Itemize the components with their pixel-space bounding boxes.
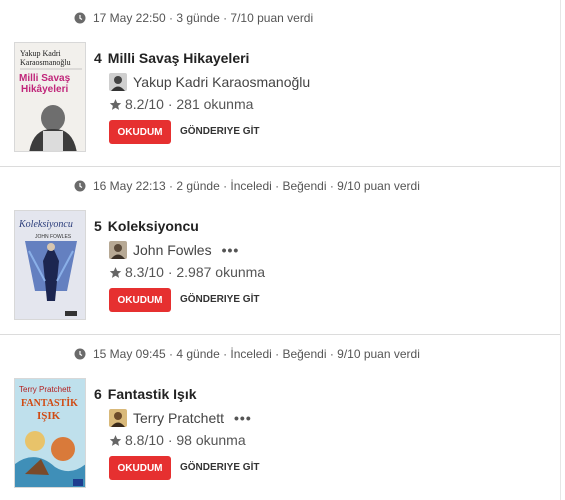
star-icon [109, 98, 122, 110]
svg-text:Yakup Kadri: Yakup Kadri [20, 49, 62, 58]
go-to-post-link[interactable]: GÖNDERIYE GİT [180, 462, 259, 473]
entry-meta: 15 May 09:45 · 4 günde · İnceledi · Beğe… [74, 347, 420, 361]
entry-meta-text: 17 May 22:50 · 3 günde · 7/10 puan verdi [93, 11, 314, 25]
read-button[interactable]: OKUDUM [109, 120, 171, 144]
entry-meta: 17 May 22:50 · 3 günde · 7/10 puan verdi [74, 11, 313, 25]
book-title-text[interactable]: Milli Savaş Hikayeleri [108, 50, 250, 66]
scroll-edge [560, 0, 561, 500]
author-row[interactable]: Yakup Kadri Karaosmanoğlu [109, 73, 310, 91]
entry-meta-text: 16 May 22:13 · 2 günde · İnceledi · Beğe… [93, 179, 420, 193]
book-title-text[interactable]: Fantastik Işık [108, 386, 197, 402]
author-avatar[interactable] [109, 73, 127, 91]
star-icon [109, 434, 122, 446]
svg-text:Karaosmanoğlu: Karaosmanoğlu [20, 58, 71, 67]
author-name[interactable]: John Fowles [133, 242, 212, 258]
star-icon [109, 266, 122, 278]
rating-row: 8.3/10 · 2.987 okunma [109, 264, 265, 280]
go-to-post-link[interactable]: GÖNDERIYE GİT [180, 126, 259, 137]
go-to-post-link[interactable]: GÖNDERIYE GİT [180, 294, 259, 305]
separator [0, 334, 560, 335]
rating-row: 8.8/10 · 98 okunma [109, 432, 246, 448]
more-options-icon[interactable]: ••• [222, 242, 240, 258]
list-number: 4 [94, 50, 102, 66]
clock-icon [74, 12, 86, 24]
list-number: 5 [94, 218, 102, 234]
svg-text:Milli Savaş: Milli Savaş [19, 73, 71, 84]
book-cover[interactable]: Terry Pratchett FANTASTİK IŞIK [14, 378, 86, 488]
reading-entry: 17 May 22:50 · 3 günde · 7/10 puan verdi… [0, 0, 560, 168]
separator [0, 166, 560, 167]
svg-text:IŞIK: IŞIK [37, 410, 61, 422]
read-button[interactable]: OKUDUM [109, 288, 171, 312]
author-avatar[interactable] [109, 241, 127, 259]
svg-text:Hikâyeleri: Hikâyeleri [21, 84, 68, 95]
author-row[interactable]: John Fowles ••• [109, 241, 239, 259]
book-title[interactable]: 5 Koleksiyoncu [94, 218, 199, 234]
svg-text:FANTASTİK: FANTASTİK [21, 397, 78, 409]
reading-entry: 15 May 09:45 · 4 günde · İnceledi · Beğe… [0, 336, 560, 500]
svg-text:Terry Pratchett: Terry Pratchett [19, 385, 72, 394]
rating-row: 8.2/10 · 281 okunma [109, 96, 253, 112]
author-row[interactable]: Terry Pratchett ••• [109, 409, 252, 427]
book-title-text[interactable]: Koleksiyoncu [108, 218, 199, 234]
book-cover[interactable]: Koleksiyoncu JOHN FOWLES [14, 210, 86, 320]
list-number: 6 [94, 386, 102, 402]
svg-text:JOHN FOWLES: JOHN FOWLES [35, 234, 72, 240]
clock-icon [74, 180, 86, 192]
author-name[interactable]: Terry Pratchett [133, 410, 224, 426]
clock-icon [74, 348, 86, 360]
author-name[interactable]: Yakup Kadri Karaosmanoğlu [133, 74, 310, 90]
book-title[interactable]: 6 Fantastik Işık [94, 386, 197, 402]
book-cover[interactable]: Yakup Kadri Karaosmanoğlu Milli Savaş Hi… [14, 42, 86, 152]
entry-meta-text: 15 May 09:45 · 4 günde · İnceledi · Beğe… [93, 347, 420, 361]
rating-text: 8.8/10 · 98 okunma [125, 432, 246, 448]
author-avatar[interactable] [109, 409, 127, 427]
entry-meta: 16 May 22:13 · 2 günde · İnceledi · Beğe… [74, 179, 420, 193]
more-options-icon[interactable]: ••• [234, 410, 252, 426]
reading-entry: 16 May 22:13 · 2 günde · İnceledi · Beğe… [0, 168, 560, 336]
svg-text:Koleksiyoncu: Koleksiyoncu [18, 219, 73, 230]
rating-text: 8.2/10 · 281 okunma [125, 96, 254, 112]
book-title[interactable]: 4 Milli Savaş Hikayeleri [94, 50, 249, 66]
rating-text: 8.3/10 · 2.987 okunma [125, 264, 266, 280]
read-button[interactable]: OKUDUM [109, 456, 171, 480]
